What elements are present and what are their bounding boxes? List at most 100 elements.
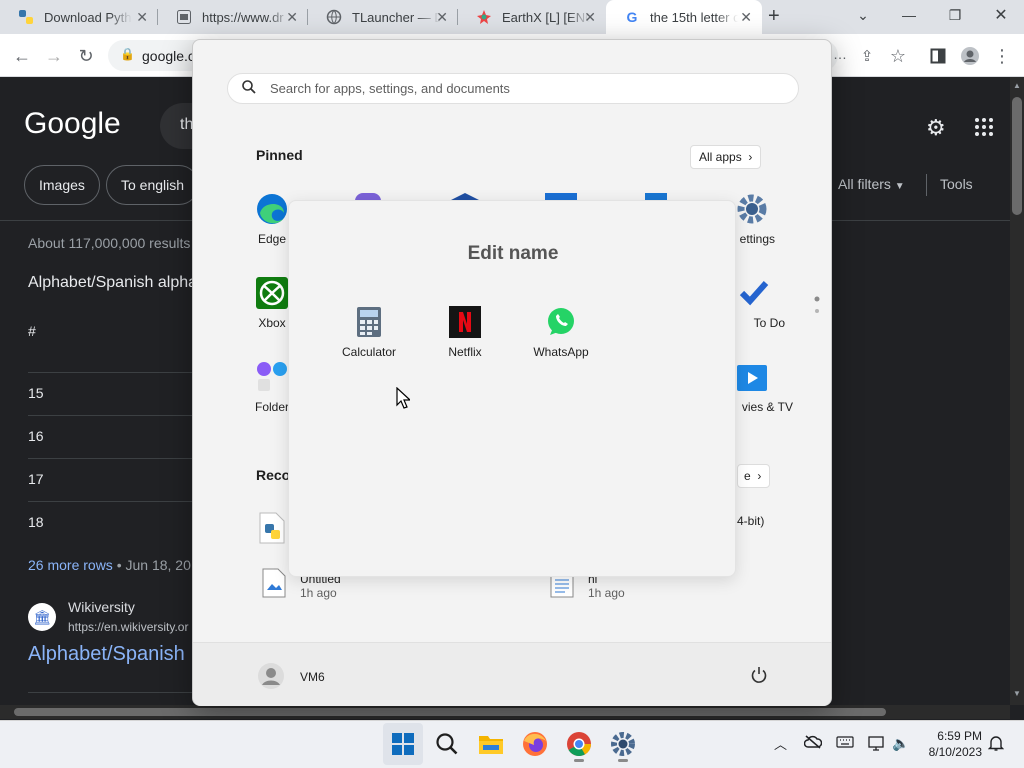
running-indicator bbox=[574, 759, 584, 762]
chip-label: Images bbox=[39, 177, 85, 193]
netflix-icon bbox=[448, 305, 482, 339]
scrollbar-thumb[interactable] bbox=[14, 708, 886, 716]
app-label: WhatsApp bbox=[533, 345, 589, 359]
tab-title: Download Pyth bbox=[44, 9, 132, 25]
start-search-input[interactable]: Search for apps, settings, and documents bbox=[227, 73, 799, 104]
recommended-item-time: 1h ago bbox=[588, 586, 625, 600]
snippet-title: Alphabet/Spanish alpha bbox=[28, 274, 198, 291]
close-tab-icon[interactable]: ✕ bbox=[740, 9, 752, 26]
start-windows-icon[interactable] bbox=[386, 727, 420, 761]
settings-app-icon[interactable] bbox=[606, 727, 640, 761]
folder-app-whatsapp[interactable]: WhatsApp bbox=[513, 305, 609, 359]
back-icon[interactable]: ← bbox=[10, 44, 34, 68]
lock-icon: 🔒 bbox=[120, 47, 135, 61]
scrollbar-thumb[interactable] bbox=[1012, 97, 1022, 215]
tab-google-active[interactable]: G the 15th letter c ✕ bbox=[606, 0, 762, 34]
clock-time[interactable]: 6:59 PM bbox=[912, 729, 982, 743]
google-g-icon: G bbox=[626, 9, 638, 25]
recommended-item-name[interactable]: 4-bit) bbox=[737, 514, 764, 528]
network-monitor-icon[interactable] bbox=[868, 735, 886, 754]
more-button[interactable]: e › bbox=[737, 464, 771, 488]
power-icon[interactable] bbox=[750, 666, 768, 689]
forward-icon[interactable]: → bbox=[42, 44, 66, 68]
tab-tlauncher[interactable]: TLauncher — D ✕ bbox=[308, 0, 458, 34]
tab-search-icon[interactable]: ⌄ bbox=[840, 0, 886, 30]
folder-app-netflix[interactable]: Netflix bbox=[417, 305, 513, 359]
app-label: Folder bbox=[254, 400, 289, 414]
movies-tv-icon bbox=[735, 360, 769, 394]
folder-name-field[interactable]: Edit name bbox=[289, 243, 737, 265]
python-file-icon bbox=[257, 512, 287, 549]
folder-popup: Edit name Calculator Netflix WhatsApp bbox=[288, 200, 736, 577]
close-tab-icon[interactable]: ✕ bbox=[584, 9, 596, 26]
earthx-icon bbox=[476, 9, 492, 25]
chip-images[interactable]: Images bbox=[24, 165, 100, 205]
close-tab-icon[interactable]: ✕ bbox=[136, 9, 148, 26]
table-row: 16 bbox=[28, 428, 44, 444]
side-panel-icon[interactable] bbox=[926, 44, 950, 68]
result-link[interactable]: Alphabet/Spanish bbox=[28, 643, 185, 666]
google-logo[interactable]: Google bbox=[24, 107, 121, 141]
file-explorer-icon[interactable] bbox=[474, 727, 508, 761]
chevron-right-icon: › bbox=[748, 150, 753, 164]
onedrive-icon[interactable] bbox=[803, 735, 823, 752]
horizontal-scrollbar[interactable] bbox=[0, 705, 1010, 719]
tools-button[interactable]: Tools bbox=[940, 176, 973, 192]
firefox-icon[interactable] bbox=[518, 727, 552, 761]
clock-date[interactable]: 8/10/2023 bbox=[912, 745, 982, 759]
recommended-item-time: 1h ago bbox=[300, 586, 337, 600]
new-tab-button[interactable]: + bbox=[768, 5, 780, 28]
close-tab-icon[interactable]: ✕ bbox=[436, 9, 448, 26]
maximize-button[interactable]: ❐ bbox=[932, 0, 978, 30]
folder-apps-icon bbox=[255, 360, 289, 394]
image-file-icon bbox=[261, 568, 287, 603]
tab-url[interactable]: https://www.dr ✕ bbox=[158, 0, 308, 34]
tab-title: https://www.dr bbox=[202, 9, 284, 25]
minimize-button[interactable]: — bbox=[886, 0, 932, 30]
volume-icon[interactable]: 🔈 bbox=[892, 735, 909, 752]
close-tab-icon[interactable]: ✕ bbox=[286, 9, 298, 26]
close-window-button[interactable]: ✕ bbox=[978, 0, 1024, 30]
tab-earthx[interactable]: EarthX [L] [ENG ✕ bbox=[458, 0, 606, 34]
bookmark-star-icon[interactable]: ☆ bbox=[886, 44, 910, 68]
user-name[interactable]: VM6 bbox=[300, 670, 325, 684]
app-label: Calculator bbox=[341, 345, 397, 359]
keyboard-icon[interactable] bbox=[836, 735, 854, 752]
start-footer bbox=[193, 643, 831, 706]
all-filters-button[interactable]: All filters ▼ bbox=[838, 176, 905, 192]
profile-avatar-icon[interactable] bbox=[958, 44, 982, 68]
app-label: Netflix bbox=[448, 345, 482, 359]
all-apps-button[interactable]: All apps › bbox=[690, 145, 762, 169]
table-row: 18 bbox=[28, 514, 44, 530]
table-row: 15 bbox=[28, 385, 44, 401]
tab-python[interactable]: Download Pyth ✕ bbox=[0, 0, 158, 34]
folder-app-calculator[interactable]: Calculator bbox=[321, 305, 417, 359]
reload-icon[interactable]: ↻ bbox=[74, 44, 98, 68]
vertical-scrollbar[interactable]: ▲ ▼ bbox=[1010, 77, 1024, 705]
user-avatar-icon[interactable] bbox=[257, 662, 285, 695]
wikiversity-icon: 🏛 bbox=[28, 603, 56, 631]
share-icon[interactable]: ⇪ bbox=[855, 44, 879, 68]
chrome-icon[interactable] bbox=[562, 727, 596, 761]
page-indicator[interactable] bbox=[814, 296, 820, 321]
mouse-cursor-icon bbox=[396, 386, 412, 414]
source-url: https://en.wikiversity.or bbox=[68, 620, 189, 634]
settings-gear-icon[interactable]: ⚙ bbox=[926, 115, 946, 141]
app-label: To Do bbox=[753, 316, 785, 330]
notification-bell-icon[interactable] bbox=[987, 735, 1005, 754]
chip-to-english[interactable]: To english bbox=[106, 165, 200, 205]
menu-kebab-icon[interactable]: ⋮ bbox=[990, 44, 1014, 68]
caret-down-icon: ▼ bbox=[894, 181, 905, 192]
show-hidden-icons-chevron-icon[interactable]: ︿ bbox=[774, 734, 787, 753]
source-name: Wikiversity bbox=[68, 599, 135, 615]
all-apps-label: All apps bbox=[699, 150, 742, 164]
apps-grid-icon[interactable] bbox=[974, 117, 994, 142]
settings-gear-icon bbox=[735, 192, 769, 226]
more-omnibox-icon: … bbox=[833, 46, 847, 62]
table-header: # bbox=[28, 323, 36, 339]
app-label: Xbox bbox=[258, 316, 286, 330]
more-rows-link[interactable]: 26 more rows bbox=[28, 557, 113, 573]
whatsapp-icon bbox=[544, 305, 578, 339]
python-icon bbox=[18, 9, 34, 25]
taskbar-search-icon[interactable] bbox=[430, 727, 464, 761]
